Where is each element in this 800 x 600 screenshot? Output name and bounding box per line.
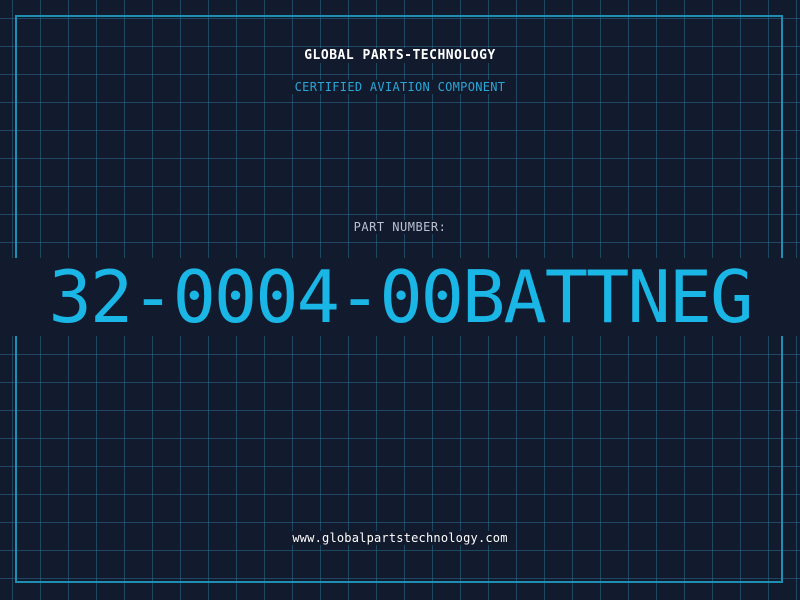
certification-subtitle: CERTIFIED AVIATION COMPONENT [0, 80, 800, 94]
certificate-card: GLOBAL PARTS-TECHNOLOGY CERTIFIED AVIATI… [0, 0, 800, 600]
website-link-text[interactable]: www.globalpartstechnology.com [288, 531, 512, 545]
part-number-label-text: PART NUMBER: [349, 220, 451, 234]
brand-title-text: GLOBAL PARTS-TECHNOLOGY [300, 48, 500, 63]
brand-title: GLOBAL PARTS-TECHNOLOGY [0, 48, 800, 63]
website-link[interactable]: www.globalpartstechnology.com [0, 531, 800, 545]
certification-subtitle-text: CERTIFIED AVIATION COMPONENT [290, 80, 510, 94]
part-number-value: 32-0004-00BATTNEG [48, 255, 754, 339]
part-number-label: PART NUMBER: [0, 220, 800, 234]
